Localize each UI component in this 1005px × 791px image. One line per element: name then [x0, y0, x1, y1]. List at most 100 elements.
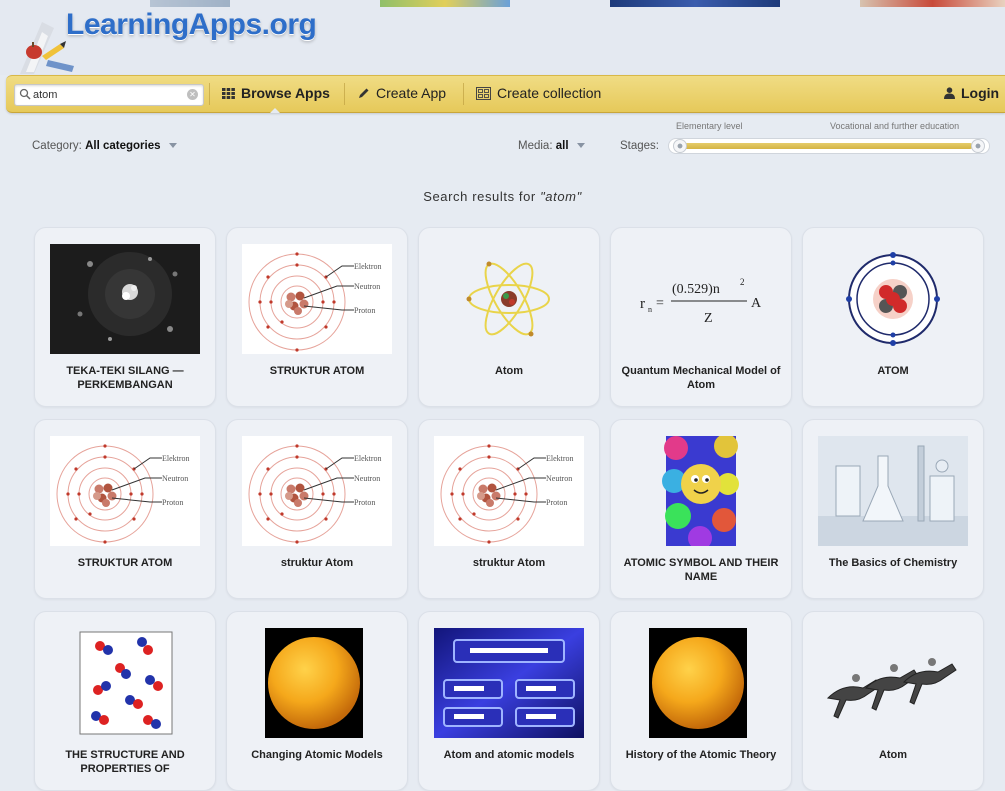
app-title: Atom	[878, 749, 908, 761]
horse-race-illustration-icon	[818, 628, 968, 738]
media-filter[interactable]: Media: all	[518, 140, 585, 152]
header-banner-strip	[380, 0, 510, 7]
orange-sphere-icon	[626, 628, 776, 738]
diagram-proton-label: Proton	[546, 498, 567, 507]
collection-icon	[476, 86, 491, 100]
app-card[interactable]: Elektron Neutron Proton struktur Atom	[418, 419, 600, 599]
results-heading: Search results for "atom"	[0, 189, 1005, 204]
app-thumbnail	[818, 628, 968, 738]
create-collection-label: Create collection	[497, 85, 602, 101]
app-title: Atom	[494, 365, 524, 377]
orange-sphere-icon	[242, 628, 392, 738]
atom-structure-diagram-icon: Elektron Neutron Proton	[50, 436, 200, 546]
atom-nucleus-model-icon	[818, 244, 968, 354]
app-thumbnail	[818, 244, 968, 354]
app-thumbnail: Elektron Neutron Proton	[242, 436, 392, 546]
atom-orbit-symbol-icon	[434, 244, 584, 354]
app-card[interactable]: r n = (0.529)n 2 Z A Quantum Mechanical …	[610, 227, 792, 407]
app-title: struktur Atom	[280, 557, 354, 569]
login-link[interactable]: Login	[944, 85, 999, 101]
chevron-down-icon	[576, 143, 585, 149]
atom-photo-dark-icon	[50, 244, 200, 354]
app-thumbnail	[434, 628, 584, 738]
formula-subscript: n	[648, 305, 652, 314]
header-banner-strip	[610, 0, 780, 7]
diagram-elektron-label: Elektron	[546, 454, 574, 463]
app-card[interactable]: ATOM	[802, 227, 984, 407]
app-title: struktur Atom	[472, 557, 546, 569]
diagram-proton-label: Proton	[354, 306, 375, 315]
pencil-icon	[359, 88, 369, 98]
diagram-neutron-label: Neutron	[546, 474, 572, 483]
results-query: "atom"	[540, 189, 582, 204]
stages-slider-range	[683, 143, 973, 149]
media-value: all	[555, 140, 569, 152]
colorful-balls-cartoon-icon	[626, 436, 776, 546]
stages-slider[interactable]	[668, 138, 990, 154]
app-thumbnail: r n = (0.529)n 2 Z A	[626, 244, 776, 354]
diagram-neutron-label: Neutron	[354, 282, 380, 291]
diagram-neutron-label: Neutron	[162, 474, 188, 483]
create-collection-link[interactable]: Create collection	[476, 85, 601, 101]
header-banner-strip	[150, 0, 230, 7]
active-tab-pointer	[270, 108, 280, 113]
stage-max-handle[interactable]	[971, 139, 985, 153]
formula-unit: A	[751, 296, 762, 311]
category-filter[interactable]: Category: All categories	[32, 140, 177, 152]
create-app-link[interactable]: Create App	[358, 85, 446, 101]
app-card[interactable]: Atom	[802, 611, 984, 791]
app-card[interactable]: ATOMIC SYMBOL AND THEIR NAME	[610, 419, 792, 599]
app-title: ATOMIC SYMBOL AND THEIR NAME	[623, 557, 779, 583]
app-card[interactable]: THE STRUCTURE AND PROPERTIES OF	[34, 611, 216, 791]
app-title: Quantum Mechanical Model of Atom	[621, 365, 781, 391]
app-thumbnail	[626, 628, 776, 738]
diagram-neutron-label: Neutron	[354, 474, 380, 483]
bohr-radius-formula-icon: r n = (0.529)n 2 Z A	[626, 244, 776, 354]
app-thumbnail: Elektron Neutron Proton	[434, 436, 584, 546]
formula-denominator: Z	[704, 311, 713, 326]
browse-apps-link[interactable]: Browse Apps	[222, 85, 330, 101]
stage-min-label: Elementary level	[676, 121, 743, 131]
app-thumbnail	[242, 628, 392, 738]
lab-glassware-photo-icon	[818, 436, 968, 546]
app-card[interactable]: History of the Atomic Theory	[610, 611, 792, 791]
app-card[interactable]: Elektron Neutron Proton STRUKTUR ATOM	[226, 227, 408, 407]
diagram-proton-label: Proton	[162, 498, 183, 507]
atom-structure-diagram-icon: Elektron Neutron Proton	[242, 436, 392, 546]
nav-divider	[463, 83, 464, 105]
nav-divider	[209, 83, 210, 105]
app-title: History of the Atomic Theory	[625, 749, 777, 761]
app-card[interactable]: Atom	[418, 227, 600, 407]
site-logo[interactable]: LearningApps.org	[66, 8, 317, 42]
app-card[interactable]: Elektron Neutron Proton struktur Atom	[226, 419, 408, 599]
search-box: ✕	[14, 84, 204, 106]
search-input[interactable]	[33, 87, 183, 102]
app-title: Atom and atomic models	[443, 749, 575, 761]
app-title: ATOM	[877, 365, 909, 377]
app-title: THE STRUCTURE AND PROPERTIES OF	[65, 749, 185, 775]
app-card[interactable]: Changing Atomic Models	[226, 611, 408, 791]
formula-equals: =	[656, 296, 664, 311]
user-icon	[944, 87, 955, 99]
media-label: Media:	[518, 140, 553, 152]
app-thumbnail	[818, 436, 968, 546]
category-value: All categories	[85, 140, 161, 152]
app-card[interactable]: Elektron Neutron Proton STRUKTUR ATOM	[34, 419, 216, 599]
app-card[interactable]: The Basics of Chemistry	[802, 419, 984, 599]
nav-divider	[344, 83, 345, 105]
stage-min-handle[interactable]	[673, 139, 687, 153]
grid-icon	[222, 87, 235, 99]
diagram-elektron-label: Elektron	[354, 454, 382, 463]
app-card[interactable]: Atom and atomic models	[418, 611, 600, 791]
app-thumbnail	[434, 244, 584, 354]
chevron-down-icon	[168, 143, 177, 149]
results-prefix: Search results for	[423, 189, 541, 204]
clear-search-icon[interactable]: ✕	[187, 89, 198, 100]
create-app-label: Create App	[376, 85, 447, 101]
app-thumbnail: Elektron Neutron Proton	[242, 244, 392, 354]
login-label: Login	[961, 85, 1000, 101]
app-title: Changing Atomic Models	[251, 749, 383, 761]
app-card[interactable]: TEKA-TEKI SILANG — PERKEMBANGAN	[34, 227, 216, 407]
search-icon	[19, 88, 31, 100]
stage-max-label: Vocational and further education	[830, 121, 960, 131]
